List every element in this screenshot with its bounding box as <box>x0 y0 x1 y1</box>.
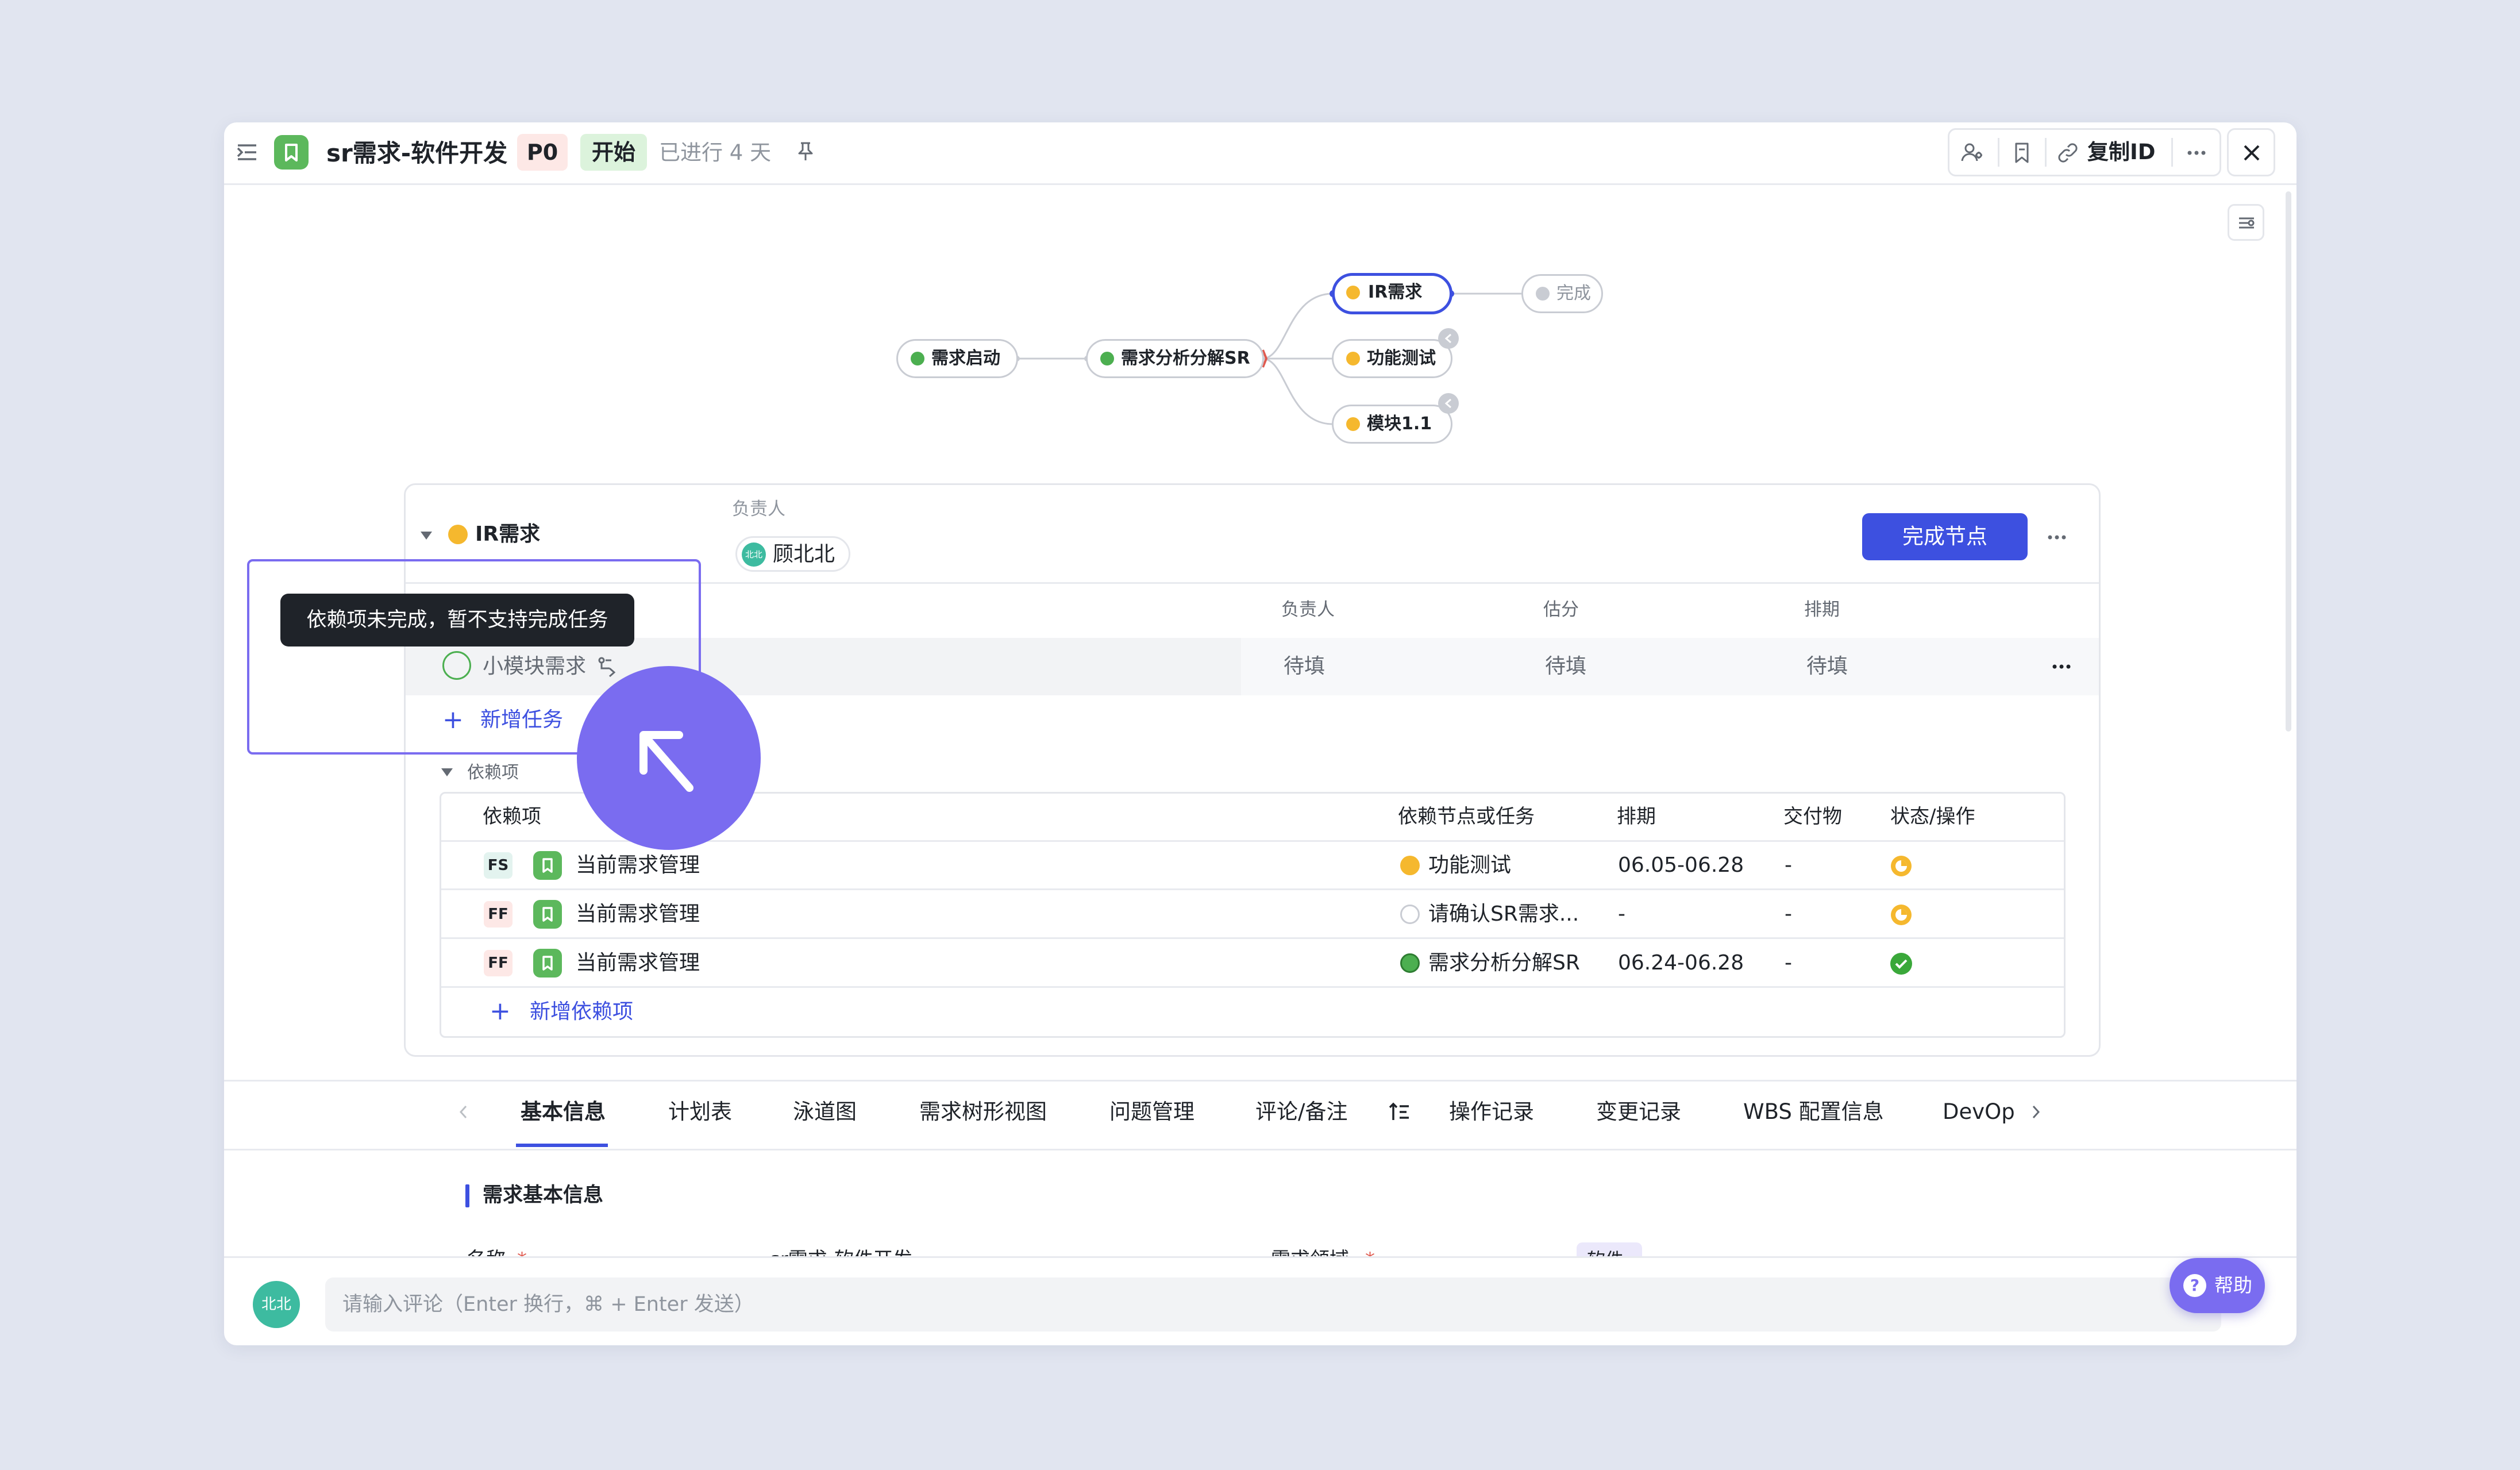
link-badge-icon <box>1438 328 1459 349</box>
commenter-avatar: 北北 <box>253 1281 300 1328</box>
tabs-scroll-left-icon[interactable] <box>455 1103 472 1121</box>
domain-tag[interactable]: 软件 <box>1577 1242 1642 1256</box>
tooltip: 依赖项未完成，暂不支持完成任务 <box>280 594 634 647</box>
column-estimate: 估分 <box>1543 599 1579 620</box>
task-owner[interactable]: 待填 <box>1284 654 1325 679</box>
dependency-name[interactable]: 当前需求管理 <box>576 853 700 878</box>
section-accent <box>465 1184 469 1207</box>
complete-node-button[interactable]: 完成节点 <box>1862 513 2028 560</box>
dependency-type-badge: FS <box>484 852 513 879</box>
tab-change-log[interactable]: 变更记录 <box>1596 1098 1681 1126</box>
requirement-icon <box>533 900 562 929</box>
node-status-dot <box>448 525 468 544</box>
comment-input[interactable]: 请输入评论（Enter 换行，⌘ + Enter 发送） <box>325 1277 2221 1332</box>
collapse-triangle-icon[interactable] <box>418 527 434 543</box>
scrollbar[interactable] <box>2286 191 2291 732</box>
name-label: 名称 <box>467 1247 506 1256</box>
comment-placeholder: 请输入评论（Enter 换行，⌘ + Enter 发送） <box>342 1293 754 1316</box>
node-name: IR需求 <box>475 522 541 546</box>
task-estimate[interactable]: 待填 <box>1545 654 1586 679</box>
requirement-icon <box>533 949 562 978</box>
dependency-node[interactable]: 请确认SR需求... <box>1428 902 1579 927</box>
requirement-icon <box>533 851 562 880</box>
flow-connectors <box>1014 290 1523 425</box>
arrow-cursor-icon <box>639 731 693 792</box>
help-label: 帮助 <box>2214 1274 2252 1296</box>
flow-node-ir-requirement[interactable]: IR需求 <box>1332 273 1452 314</box>
dep-column-status: 状态/操作 <box>1890 805 1975 828</box>
owner-label: 负责人 <box>732 499 785 519</box>
tab-operation-log[interactable]: 操作记录 <box>1449 1098 1534 1126</box>
flow-node-module-1-1[interactable]: 模块1.1 <box>1332 405 1452 444</box>
sort-icon[interactable] <box>1388 1100 1411 1123</box>
flow-node-function-test[interactable]: 功能测试 <box>1332 339 1452 378</box>
flow-node-complete[interactable]: 完成 <box>1521 274 1603 313</box>
dep-column-schedule: 排期 <box>1617 805 1656 828</box>
section-title: 需求基本信息 <box>483 1184 604 1207</box>
add-dependency-icon[interactable]: + <box>490 997 511 1026</box>
flow-node-requirement-start[interactable]: 需求启动 <box>896 339 1018 378</box>
active-tab-indicator <box>516 1144 608 1147</box>
tab-schedule[interactable]: 计划表 <box>668 1098 732 1126</box>
dep-column-node: 依赖节点或任务 <box>1398 805 1535 828</box>
dep-column-deliverable: 交付物 <box>1783 805 1842 828</box>
tab-swimlane[interactable]: 泳道图 <box>793 1098 857 1126</box>
dependency-deliverable: - <box>1785 951 1792 975</box>
flow-node-sr-analysis[interactable]: 需求分析分解SR <box>1086 339 1264 378</box>
node-status-dot <box>1400 953 1420 973</box>
row-more-icon[interactable] <box>2049 654 2074 679</box>
in-progress-icon[interactable] <box>1889 853 1914 879</box>
avatar: 北北 <box>742 542 766 567</box>
dep-column-item: 依赖项 <box>483 805 541 828</box>
owner-chip[interactable]: 北北 顾北北 <box>735 536 850 572</box>
tab-wbs-config[interactable]: WBS 配置信息 <box>1743 1098 1884 1126</box>
dependency-node[interactable]: 功能测试 <box>1428 853 1511 878</box>
dependency-schedule: - <box>1618 902 1625 926</box>
task-schedule[interactable]: 待填 <box>1806 654 1848 679</box>
add-dependency-button[interactable]: 新增依赖项 <box>530 999 633 1025</box>
dependency-type-badge: FF <box>484 950 513 976</box>
dependency-schedule: 06.05-06.28 <box>1618 853 1744 877</box>
dependency-name[interactable]: 当前需求管理 <box>576 902 700 927</box>
dependency-name[interactable]: 当前需求管理 <box>576 951 700 976</box>
tab-issues[interactable]: 问题管理 <box>1109 1098 1195 1126</box>
more-icon[interactable] <box>2044 525 2070 550</box>
row-highlight-right <box>1241 638 2099 695</box>
dependency-deliverable: - <box>1785 853 1792 877</box>
domain-value: 软件 <box>1587 1247 1624 1256</box>
dependency-schedule: 06.24-06.28 <box>1618 951 1744 975</box>
tab-basic-info[interactable]: 基本信息 <box>521 1098 606 1126</box>
name-value[interactable]: sr需求-软件开发 <box>770 1247 912 1256</box>
done-check-icon[interactable] <box>1889 951 1914 976</box>
required-mark: * <box>517 1247 527 1256</box>
required-mark: * <box>1365 1247 1375 1256</box>
work-item-window: sr需求-软件开发 P0 开始 已进行 4 天 复制ID 需求启动 需求分析分解… <box>224 122 2296 1345</box>
node-status-dot <box>1400 856 1420 875</box>
tabs-scroll-right-icon[interactable] <box>2027 1103 2044 1121</box>
basic-info-fields-clip: 名称 * sr需求-软件开发 需求领域 * 软件 <box>224 1234 2296 1256</box>
help-button[interactable]: ? 帮助 <box>2170 1258 2265 1313</box>
dependency-node[interactable]: 需求分析分解SR <box>1428 951 1580 976</box>
tab-comments[interactable]: 评论/备注 <box>1255 1098 1347 1126</box>
link-badge-icon <box>1438 393 1459 414</box>
cursor-indicator <box>577 666 761 850</box>
in-progress-icon[interactable] <box>1889 902 1914 928</box>
column-schedule: 排期 <box>1804 599 1840 620</box>
collapse-triangle-icon[interactable] <box>439 764 455 780</box>
dependencies-title: 依赖项 <box>467 763 519 783</box>
dependency-deliverable: - <box>1785 902 1792 926</box>
domain-label: 需求领域 <box>1271 1247 1349 1256</box>
column-owner: 负责人 <box>1281 599 1335 620</box>
node-status-dot <box>1400 905 1420 924</box>
help-icon: ? <box>2183 1274 2206 1297</box>
owner-name: 顾北北 <box>773 542 835 566</box>
tab-devops[interactable]: DevOp <box>1943 1098 2015 1126</box>
dependency-type-badge: FF <box>484 901 513 928</box>
tab-requirement-tree[interactable]: 需求树形视图 <box>919 1098 1047 1126</box>
